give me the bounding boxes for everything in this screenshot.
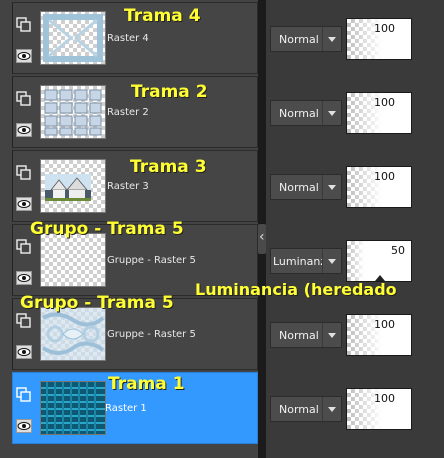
layer-name: Gruppe - Raster 5: [107, 329, 196, 340]
lattice-thumbnail: [43, 14, 103, 62]
layer-thumbnail: [40, 11, 106, 65]
opacity-slider[interactable]: 100: [346, 92, 412, 134]
layer-name: Raster 4: [107, 33, 149, 44]
eye-icon[interactable]: [16, 197, 32, 211]
layer-thumbnail: [40, 307, 106, 361]
opacity-slider[interactable]: 100: [346, 166, 412, 208]
grid-panels-thumbnail: [44, 89, 102, 136]
opacity-value: 100: [374, 22, 395, 35]
blue-weave-thumbnail: [41, 382, 105, 434]
layer-group-icon[interactable]: [16, 91, 32, 107]
eye-icon[interactable]: [16, 49, 32, 63]
opacity-slider[interactable]: 100: [346, 18, 412, 60]
chevron-down-icon: [322, 397, 341, 421]
blend-mode-label: Normal: [279, 329, 319, 342]
layer-thumbnail: [40, 233, 106, 287]
blend-mode-label: Normal: [279, 403, 319, 416]
blend-mode-label: Normal: [279, 181, 319, 194]
layer-group-icon[interactable]: [16, 239, 32, 255]
eye-icon[interactable]: [16, 271, 32, 285]
splitter-handle[interactable]: ‹: [258, 224, 266, 254]
blend-mode-label: Normal: [279, 33, 319, 46]
blend-mode-dropdown[interactable]: Normal: [270, 396, 342, 422]
chevron-down-icon: [322, 323, 341, 347]
chevron-down-icon: [322, 175, 341, 199]
eye-icon[interactable]: [16, 123, 32, 137]
eye-icon[interactable]: [16, 345, 32, 359]
overlay-label-grupo-trama-5-top: Grupo - Trama 5: [30, 219, 184, 239]
overlay-label-grupo-trama-5-bottom: Grupo - Trama 5: [20, 293, 174, 313]
layer-name: Raster 2: [107, 107, 149, 118]
house-photo-thumbnail: [45, 174, 91, 201]
layer-name: Raster 3: [107, 181, 149, 192]
blue-swirl-thumbnail: [41, 308, 105, 360]
blend-mode-dropdown[interactable]: Normal: [270, 100, 342, 126]
blend-mode-dropdown[interactable]: Normal: [270, 174, 342, 200]
layer-thumbnail: [40, 381, 106, 435]
chevron-left-icon: ‹: [259, 229, 265, 245]
eye-icon[interactable]: [16, 419, 32, 433]
opacity-value: 50: [391, 244, 405, 257]
layer-name: Gruppe - Raster 5: [107, 255, 196, 266]
opacity-value: 100: [374, 96, 395, 109]
overlay-label-trama-1: Trama 1: [108, 374, 185, 394]
chevron-down-icon: [322, 27, 341, 51]
overlay-annotation-luminance: Luminancia (heredado: [195, 280, 397, 299]
overlay-label-trama-2: Trama 2: [131, 82, 208, 102]
opacity-slider[interactable]: 50: [346, 240, 412, 282]
blend-mode-label: Normal: [279, 107, 319, 120]
layer-thumbnail: [40, 159, 106, 213]
overlay-label-trama-3: Trama 3: [130, 157, 207, 177]
opacity-value: 100: [374, 392, 395, 405]
blend-mode-dropdown[interactable]: Normal: [270, 26, 342, 52]
layer-group-icon[interactable]: [16, 313, 32, 329]
opacity-value: 100: [374, 318, 395, 331]
opacity-marker: [375, 275, 385, 281]
layer-group-icon[interactable]: [16, 165, 32, 181]
chevron-down-icon: [322, 101, 341, 125]
opacity-slider[interactable]: 100: [346, 388, 412, 430]
layer-name: Raster 1: [105, 403, 147, 414]
overlay-label-trama-4: Trama 4: [124, 6, 201, 26]
layer-group-icon[interactable]: [16, 387, 32, 403]
chevron-down-icon: [322, 249, 341, 273]
opacity-value: 100: [374, 170, 395, 183]
opacity-slider[interactable]: 100: [346, 314, 412, 356]
blend-mode-dropdown[interactable]: Normal: [270, 322, 342, 348]
blend-mode-dropdown[interactable]: Luminanz (V: [270, 248, 342, 274]
layer-group-icon[interactable]: [16, 17, 32, 33]
layer-thumbnail: [40, 85, 106, 139]
